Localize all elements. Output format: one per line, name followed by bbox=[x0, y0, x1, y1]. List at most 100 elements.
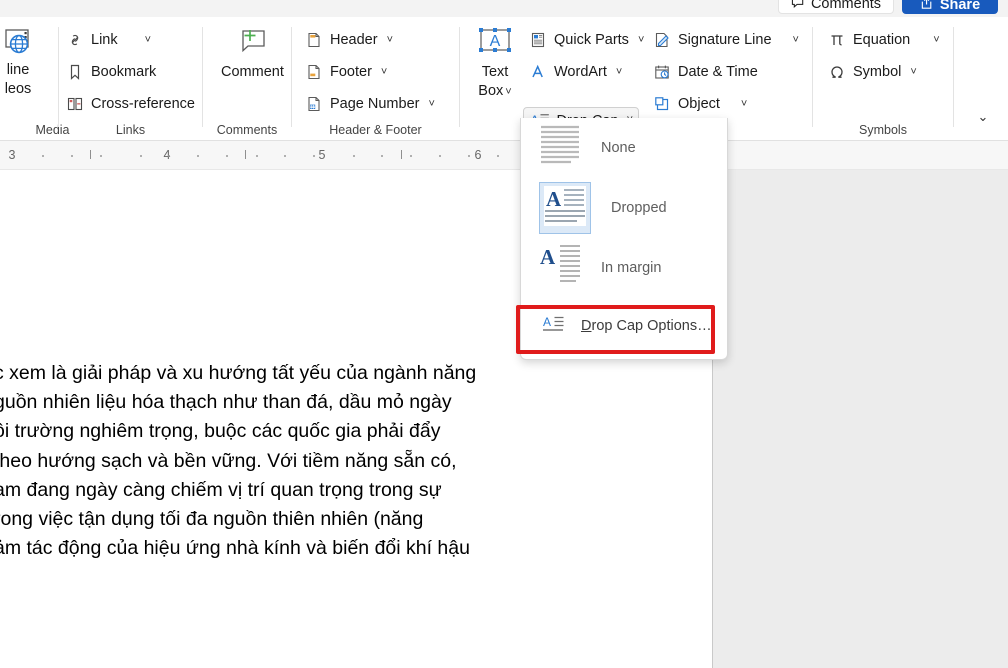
ruler-tick bbox=[401, 150, 402, 159]
ribbon-group-header-footer: Header ˅ Footer ˅ Page Numb bbox=[292, 17, 459, 141]
ruler-dot bbox=[439, 155, 441, 157]
menu-item-dropped-label: Dropped bbox=[611, 200, 667, 216]
link-label: Link bbox=[91, 32, 118, 48]
signature-line-button[interactable]: Signature Line ˅ bbox=[650, 27, 802, 53]
footer-page-icon bbox=[305, 63, 323, 81]
accelerator-letter: D bbox=[581, 318, 591, 334]
ruler-dot bbox=[100, 155, 102, 157]
menu-item-in-margin[interactable]: A In margin bbox=[521, 238, 727, 298]
cross-reference-button[interactable]: Cross-reference bbox=[63, 91, 198, 117]
svg-text:A: A bbox=[540, 245, 556, 269]
share-button[interactable]: Share bbox=[902, 0, 998, 14]
drop-cap-dropdown-menu: None A Dropped bbox=[520, 118, 728, 360]
signature-line-icon bbox=[653, 31, 671, 49]
equation-label: Equation bbox=[853, 32, 910, 48]
wordart-button[interactable]: WordArt ˅ bbox=[526, 59, 625, 85]
svg-text:A: A bbox=[546, 187, 562, 211]
chevron-down-icon[interactable]: ˅ bbox=[727, 99, 747, 110]
cross-reference-icon bbox=[66, 95, 84, 113]
document-canvas: c xem là giải pháp và xu hướng tất yếu c… bbox=[0, 170, 1008, 668]
ruler-dot bbox=[497, 155, 499, 157]
dropcap-none-icon bbox=[539, 123, 581, 173]
collapse-ribbon-button[interactable]: ⌄ bbox=[970, 106, 996, 128]
footer-button[interactable]: Footer ˅ bbox=[302, 59, 390, 85]
document-text-line: am đang ngày càng chiếm vị trí quan trọn… bbox=[0, 476, 713, 505]
ruler-dot bbox=[284, 155, 286, 157]
ruler-dot bbox=[410, 155, 412, 157]
comments-button[interactable]: Comments bbox=[778, 0, 894, 14]
link-button[interactable]: Link ˅ bbox=[63, 27, 154, 53]
bookmark-label: Bookmark bbox=[91, 64, 156, 80]
menu-item-drop-cap-options-rest: rop Cap Options… bbox=[591, 318, 711, 334]
group-label-links: Links bbox=[59, 123, 202, 137]
comment-button[interactable]: Comment bbox=[215, 23, 290, 84]
chevron-down-icon[interactable]: ˅ bbox=[385, 35, 393, 46]
group-label-symbols: Symbols bbox=[813, 123, 953, 137]
page-number-button[interactable]: Page Number ˅ bbox=[302, 91, 438, 117]
group-label-header-footer: Header & Footer bbox=[292, 123, 459, 137]
ribbon-group-links: Link ˅ Bookmark Cross-reference Links bbox=[59, 17, 202, 141]
text-box-icon: A bbox=[474, 27, 516, 61]
omega-icon bbox=[828, 63, 846, 81]
chevron-down-icon[interactable]: ˅ bbox=[917, 35, 939, 46]
header-page-icon bbox=[305, 31, 323, 49]
new-comment-icon bbox=[234, 27, 270, 61]
object-icon bbox=[653, 95, 671, 113]
document-text-line: ôi trường nghiêm trọng, buộc các quốc gi… bbox=[0, 417, 713, 446]
text-box-label-1: Text bbox=[482, 64, 509, 80]
equation-button[interactable]: Equation ˅ bbox=[825, 27, 943, 53]
chevron-down-icon[interactable]: ˅ bbox=[636, 35, 644, 46]
text-box-label-2: Box˅ bbox=[478, 83, 511, 99]
menu-item-drop-cap-options-label: Drop Cap Options… bbox=[581, 318, 712, 334]
link-icon bbox=[66, 31, 84, 49]
signature-line-label: Signature Line bbox=[678, 32, 772, 48]
chevron-down-icon[interactable]: ˅ bbox=[379, 67, 387, 78]
share-icon bbox=[920, 0, 935, 11]
ruler-dot bbox=[42, 155, 44, 157]
ruler-dot bbox=[381, 155, 383, 157]
header-button[interactable]: Header ˅ bbox=[302, 27, 396, 53]
menu-item-dropped[interactable]: A Dropped bbox=[521, 178, 727, 238]
symbol-button[interactable]: Symbol ˅ bbox=[825, 59, 920, 85]
menu-item-drop-cap-options[interactable]: A Drop Cap Options… bbox=[521, 298, 727, 354]
chevron-down-icon[interactable]: ˅ bbox=[779, 35, 799, 46]
ruler-dot bbox=[140, 155, 142, 157]
symbol-label: Symbol bbox=[853, 64, 901, 80]
chevron-down-icon[interactable]: ˅ bbox=[908, 67, 916, 78]
ruler-dot bbox=[197, 155, 199, 157]
bookmark-icon bbox=[66, 63, 84, 81]
online-videos-button[interactable]: line leos bbox=[0, 23, 54, 101]
object-label: Object bbox=[678, 96, 720, 112]
group-label-comments: Comments bbox=[203, 123, 291, 137]
window-top-strip: Comments Share bbox=[0, 0, 1008, 17]
wordart-label: WordArt bbox=[554, 64, 607, 80]
page-number-label: Page Number bbox=[330, 96, 419, 112]
document-body-text[interactable]: c xem là giải pháp và xu hướng tất yếu c… bbox=[0, 359, 713, 563]
quick-parts-button[interactable]: Quick Parts ˅ bbox=[526, 27, 647, 53]
document-text-line: ảm tác động của hiệu ứng nhà kính và biế… bbox=[0, 534, 713, 563]
pi-icon bbox=[828, 31, 846, 49]
chevron-down-icon[interactable]: ˅ bbox=[503, 86, 511, 98]
date-time-button[interactable]: Date & Time bbox=[650, 59, 761, 85]
object-button[interactable]: Object ˅ bbox=[650, 91, 750, 117]
chevron-down-icon[interactable]: ˅ bbox=[614, 67, 622, 78]
document-text-line: c xem là giải pháp và xu hướng tất yếu c… bbox=[0, 359, 713, 388]
menu-item-none[interactable]: None bbox=[521, 118, 727, 178]
chevron-down-icon[interactable]: ˅ bbox=[125, 35, 151, 46]
dropcap-margin-icon: A bbox=[539, 244, 581, 292]
ruler-dot bbox=[256, 155, 258, 157]
cross-reference-label: Cross-reference bbox=[91, 96, 195, 112]
chevron-down-icon[interactable]: ˅ bbox=[426, 99, 434, 110]
document-text-line: guồn nhiên liệu hóa thạch như than đá, d… bbox=[0, 388, 713, 417]
ruler-dot bbox=[468, 155, 470, 157]
drop-cap-options-icon: A bbox=[543, 314, 565, 338]
ruler-dot bbox=[71, 155, 73, 157]
document-text-line: theo hướng sạch và bền vững. Với tiềm nă… bbox=[0, 447, 713, 476]
bookmark-button[interactable]: Bookmark bbox=[63, 59, 159, 85]
ribbon-group-symbols: Equation ˅ Symbol ˅ Symbols bbox=[813, 17, 953, 141]
text-box-button[interactable]: A Text Box˅ bbox=[468, 23, 522, 103]
horizontal-ruler[interactable]: 3456 bbox=[0, 141, 1008, 170]
ruler-dot bbox=[226, 155, 228, 157]
wordart-icon bbox=[529, 63, 547, 81]
online-video-icon bbox=[2, 27, 34, 59]
